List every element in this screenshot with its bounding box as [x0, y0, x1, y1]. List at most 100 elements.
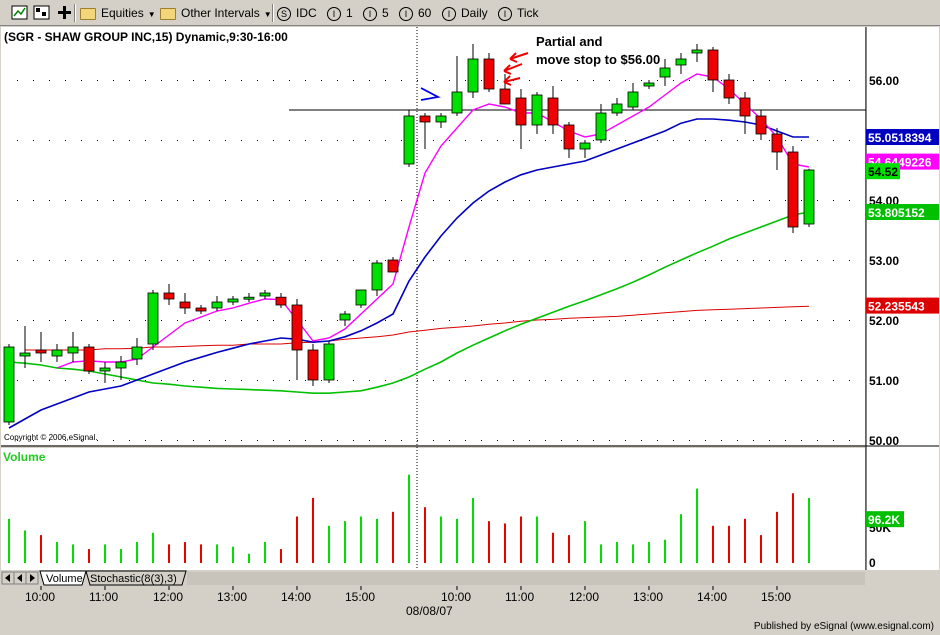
grid-dot [17, 200, 18, 201]
grid-dot [225, 440, 226, 441]
grid-dot [673, 260, 674, 261]
grid-dot [721, 440, 722, 441]
candle-body [67, 346, 79, 354]
grid-dot [737, 380, 738, 381]
candle-body [595, 112, 607, 141]
grid-dot [497, 440, 498, 441]
x-tick-label: 12:00 [153, 590, 183, 604]
grid-dot [353, 380, 354, 381]
interval-60-button[interactable]: I 60 [399, 3, 431, 23]
interval-tick-button[interactable]: I Tick [498, 3, 539, 23]
grid-dot [177, 200, 178, 201]
grid-dot [737, 440, 738, 441]
candle-body [403, 115, 415, 165]
toolbar-separator [272, 4, 274, 22]
interval-daily-button[interactable]: I Daily [442, 3, 488, 23]
grid-dot [529, 260, 530, 261]
candle-body [83, 346, 95, 372]
grid-dot [337, 200, 338, 201]
grid-dot [849, 80, 850, 81]
grid-dot [353, 440, 354, 441]
volume-current-label: 96.2K [868, 513, 900, 527]
grid-dot [305, 200, 306, 201]
grid-dot [577, 200, 578, 201]
equities-dropdown[interactable]: Equities ▼ [80, 3, 156, 23]
grid-dot [273, 440, 274, 441]
add-icon[interactable] [55, 3, 75, 23]
grid-dot [193, 140, 194, 141]
chart-settings-icon[interactable] [32, 3, 52, 23]
grid-dot [753, 80, 754, 81]
grid-dot [561, 440, 562, 441]
publisher-credit: Published by eSignal (www.esignal.com) [753, 621, 934, 632]
grid-dot [769, 440, 770, 441]
grid-dot [465, 380, 466, 381]
grid-dot [33, 80, 34, 81]
interval-5-button[interactable]: I5 [363, 3, 389, 23]
grid-dot [561, 380, 562, 381]
grid-dot [737, 320, 738, 321]
candle-body [467, 58, 479, 93]
grid-dot [705, 200, 706, 201]
grid-dot [561, 260, 562, 261]
grid-dot [81, 200, 82, 201]
symbol-idc-button[interactable]: S IDC [277, 3, 317, 23]
horizontal-scrollbar[interactable] [187, 572, 865, 585]
grid-dot [225, 200, 226, 201]
grid-dot [561, 80, 562, 81]
grid-dot [577, 320, 578, 321]
grid-dot [209, 380, 210, 381]
grid-dot [545, 80, 546, 81]
grid-dot [257, 320, 258, 321]
grid-dot [65, 200, 66, 201]
grid-dot [481, 80, 482, 81]
grid-dot [417, 320, 418, 321]
grid-dot [241, 80, 242, 81]
grid-dot [65, 260, 66, 261]
candle-body [211, 301, 223, 309]
grid-dot [129, 140, 130, 141]
grid-dot [465, 140, 466, 141]
grid-dot [177, 380, 178, 381]
candle-body [803, 169, 815, 225]
grid-dot [433, 140, 434, 141]
grid-dot [657, 80, 658, 81]
grid-dot [673, 140, 674, 141]
grid-dot [769, 320, 770, 321]
grid-dot [609, 80, 610, 81]
candle-body [371, 262, 383, 291]
equities-label: Equities [101, 6, 144, 20]
grid-dot [129, 260, 130, 261]
grid-dot [209, 320, 210, 321]
grid-dot [465, 320, 466, 321]
grid-dot [801, 140, 802, 141]
other-intervals-dropdown[interactable]: Other Intervals ▼ [160, 3, 272, 23]
interval-1-button[interactable]: I1 [327, 3, 353, 23]
grid-dot [625, 440, 626, 441]
grid-dot [145, 440, 146, 441]
grid-dot [17, 140, 18, 141]
grid-dot [481, 260, 482, 261]
grid-dot [161, 200, 162, 201]
interval-1-label: 1 [346, 6, 353, 20]
grid-dot [273, 380, 274, 381]
idc-label: IDC [296, 6, 317, 20]
grid-dot [33, 260, 34, 261]
grid-dot [785, 140, 786, 141]
interval-5-label: 5 [382, 6, 389, 20]
grid-dot [657, 320, 658, 321]
interval-circle-icon: I [399, 6, 413, 21]
grid-dot [513, 440, 514, 441]
grid-dot [705, 320, 706, 321]
candle-body [723, 79, 735, 99]
grid-dot [545, 440, 546, 441]
grid-dot [177, 260, 178, 261]
grid-dot [753, 380, 754, 381]
grid-dot [577, 440, 578, 441]
candle-body [563, 124, 575, 150]
grid-dot [833, 140, 834, 141]
chart-window-icon[interactable] [10, 3, 30, 23]
grid-dot [65, 80, 66, 81]
grid-dot [625, 80, 626, 81]
candle-body [419, 115, 431, 123]
